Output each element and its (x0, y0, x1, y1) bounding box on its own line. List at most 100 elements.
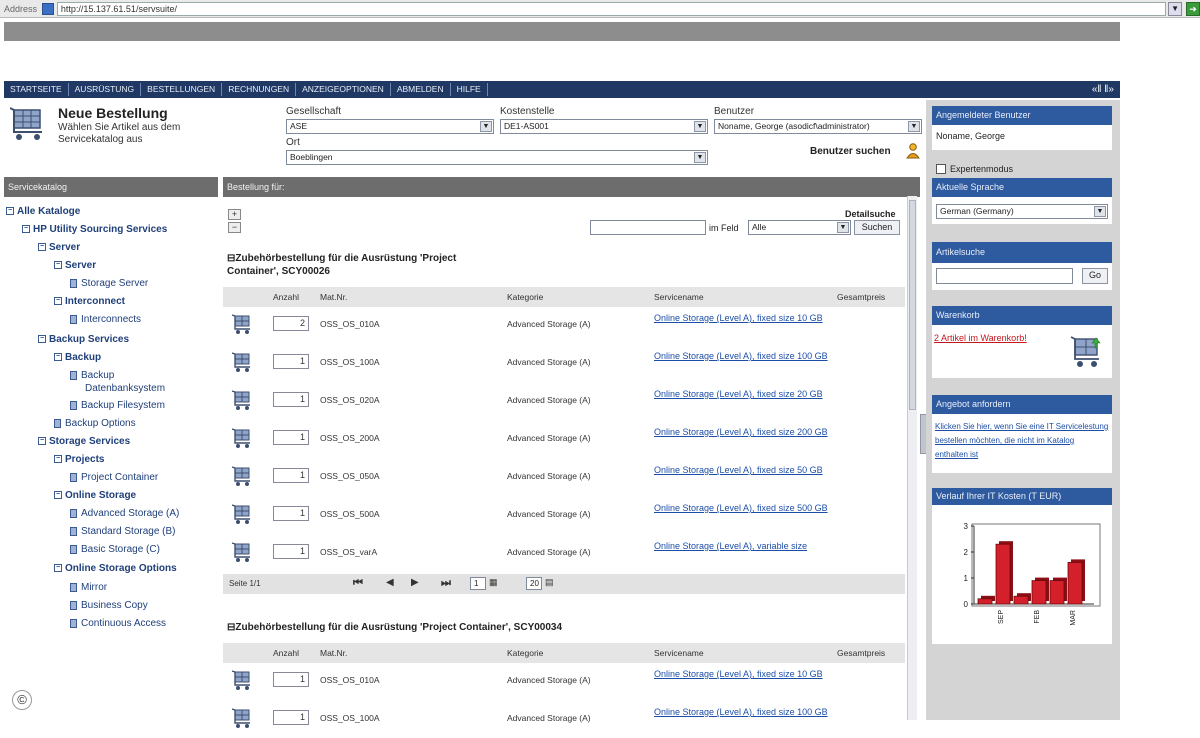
first-page-icon[interactable]: ⏮ (353, 577, 363, 590)
service-name-link[interactable]: Online Storage (Level A), fixed size 200… (654, 426, 832, 438)
column-header[interactable]: Anzahl (273, 292, 299, 302)
catalog-node[interactable]: − Interconnect (54, 296, 125, 307)
cart-link[interactable]: 2 Artikel im Warenkorb! (934, 333, 1027, 343)
catalog-node[interactable]: Storage Server (70, 278, 148, 289)
tree-collapse-icon[interactable]: − (54, 297, 62, 306)
add-to-cart-icon[interactable] (231, 427, 253, 449)
catalog-node[interactable]: Backup Filesystem (70, 400, 165, 411)
tree-collapse-icon[interactable]: − (22, 225, 30, 234)
offer-link[interactable]: Klicken Sie hier, wenn Sie eine IT Servi… (932, 414, 1112, 468)
cart-icon[interactable] (1070, 334, 1104, 370)
column-header[interactable]: Gesamtpreis (837, 648, 885, 658)
expert-mode-checkbox[interactable] (936, 164, 946, 174)
service-name-link[interactable]: Online Storage (Level A), fixed size 10 … (654, 668, 832, 680)
catalog-node[interactable]: − Storage Services (38, 436, 130, 447)
column-header[interactable]: Kategorie (507, 648, 543, 658)
quantity-input[interactable]: 2 (273, 316, 309, 331)
go-button[interactable]: Go (1082, 268, 1108, 284)
catalog-node[interactable]: − Online Storage Options (54, 563, 177, 574)
per-page-icon[interactable]: ▤ (545, 577, 554, 588)
quantity-input[interactable]: 1 (273, 430, 309, 445)
catalog-node[interactable]: − Server (54, 260, 96, 271)
catalog-node[interactable]: − Projects (54, 454, 104, 465)
column-header[interactable]: Kategorie (507, 292, 543, 302)
nav-anzeigeoptionen[interactable]: ANZEIGEOPTIONEN (296, 83, 391, 96)
column-header[interactable]: Gesamtpreis (837, 292, 885, 302)
service-name-link[interactable]: Online Storage (Level A), fixed size 500… (654, 502, 832, 514)
nav-abmelden[interactable]: ABMELDEN (391, 83, 451, 96)
user-search-link[interactable]: Benutzer suchen (810, 146, 891, 157)
quantity-input[interactable]: 1 (273, 392, 309, 407)
kostenstelle-select[interactable]: DE1-AS001 ▼ (500, 119, 708, 134)
catalog-node[interactable]: Mirror (70, 582, 107, 593)
ort-select[interactable]: Boeblingen ▼ (286, 150, 708, 165)
nav-bestellungen[interactable]: BESTELLUNGEN (141, 83, 223, 96)
quantity-input[interactable]: 1 (273, 544, 309, 559)
page-input[interactable]: 1 (470, 577, 486, 590)
gesellschaft-select[interactable]: ASE ▼ (286, 119, 494, 134)
catalog-node[interactable]: Standard Storage (B) (70, 526, 176, 537)
tree-collapse-icon[interactable]: − (54, 353, 62, 362)
tree-collapse-icon[interactable]: − (38, 335, 46, 344)
tree-collapse-icon[interactable]: − (38, 437, 46, 446)
add-to-cart-icon[interactable] (231, 669, 253, 691)
catalog-node[interactable]: − Backup Services (38, 334, 129, 345)
catalog-node[interactable]: Project Container (70, 472, 158, 483)
catalog-node[interactable]: − HP Utility Sourcing Services (22, 224, 167, 235)
catalog-node[interactable]: − Alle Kataloge (6, 206, 80, 217)
catalog-node[interactable]: Interconnects (70, 314, 141, 325)
add-to-cart-icon[interactable] (231, 707, 253, 729)
article-search-input[interactable] (936, 268, 1073, 284)
go-page-icon[interactable]: ▦ (489, 577, 498, 588)
field-select[interactable]: Alle ▼ (748, 220, 851, 235)
quantity-input[interactable]: 1 (273, 710, 309, 725)
catalog-node[interactable]: Backup Options (54, 418, 136, 429)
catalog-node[interactable]: Backup (70, 370, 114, 381)
nav-hilfe[interactable]: HILFE (451, 83, 488, 96)
quantity-input[interactable]: 1 (273, 506, 309, 521)
tree-collapse-icon[interactable]: − (38, 243, 46, 252)
nav-ausruestung[interactable]: AUSRÜSTUNG (69, 83, 142, 96)
service-name-link[interactable]: Online Storage (Level A), variable size (654, 540, 832, 552)
user-search-icon[interactable] (906, 143, 920, 159)
tree-collapse-icon[interactable]: − (6, 207, 14, 216)
catalog-node[interactable]: Advanced Storage (A) (70, 508, 179, 519)
per-page-input[interactable]: 20 (526, 577, 542, 590)
benutzer-select[interactable]: Noname, George (asodicf\administrator) ▼ (714, 119, 922, 134)
catalog-node[interactable]: Datenbanksystem (85, 383, 165, 394)
language-select[interactable]: German (Germany) ▼ (936, 204, 1108, 219)
tree-collapse-icon[interactable]: − (54, 564, 62, 573)
add-to-cart-icon[interactable] (231, 465, 253, 487)
url-dropdown-icon[interactable]: ▼ (1168, 1, 1183, 16)
nav-scroll-arrows-icon[interactable]: «‖ ‖» (1092, 84, 1120, 95)
tree-collapse-icon[interactable]: − (54, 261, 62, 270)
add-to-cart-icon[interactable] (231, 351, 253, 373)
detailsuche-link[interactable]: Detailsuche (845, 209, 896, 219)
go-arrow-icon[interactable]: ➜ (1186, 1, 1200, 16)
search-button[interactable]: Suchen (854, 220, 900, 235)
prev-page-icon[interactable]: ◀ (386, 577, 394, 588)
column-header[interactable]: Servicename (654, 292, 704, 302)
collapse-all-button[interactable]: − (228, 222, 241, 233)
next-page-icon[interactable]: ▶ (411, 577, 419, 588)
order-search-input[interactable] (590, 220, 706, 235)
nav-rechnungen[interactable]: RECHNUNGEN (222, 83, 297, 96)
service-name-link[interactable]: Online Storage (Level A), fixed size 50 … (654, 464, 832, 476)
tree-collapse-icon[interactable]: − (54, 455, 62, 464)
service-name-link[interactable]: Online Storage (Level A), fixed size 10 … (654, 312, 832, 324)
column-header[interactable]: Anzahl (273, 648, 299, 658)
quantity-input[interactable]: 1 (273, 672, 309, 687)
quantity-input[interactable]: 1 (273, 468, 309, 483)
service-name-link[interactable]: Online Storage (Level A), fixed size 100… (654, 706, 832, 718)
quantity-input[interactable]: 1 (273, 354, 309, 369)
tree-collapse-icon[interactable]: − (54, 491, 62, 500)
last-page-icon[interactable]: ⏭ (441, 577, 451, 590)
add-to-cart-icon[interactable] (231, 503, 253, 525)
column-header[interactable]: Mat.Nr. (320, 292, 347, 302)
catalog-node[interactable]: − Online Storage (54, 490, 136, 501)
url-input[interactable]: http://15.137.61.51/servsuite/ (56, 1, 1167, 16)
catalog-node[interactable]: Continuous Access (70, 618, 166, 629)
add-to-cart-icon[interactable] (231, 313, 253, 335)
column-header[interactable]: Servicename (654, 648, 704, 658)
nav-startseite[interactable]: STARTSEITE (4, 83, 69, 96)
